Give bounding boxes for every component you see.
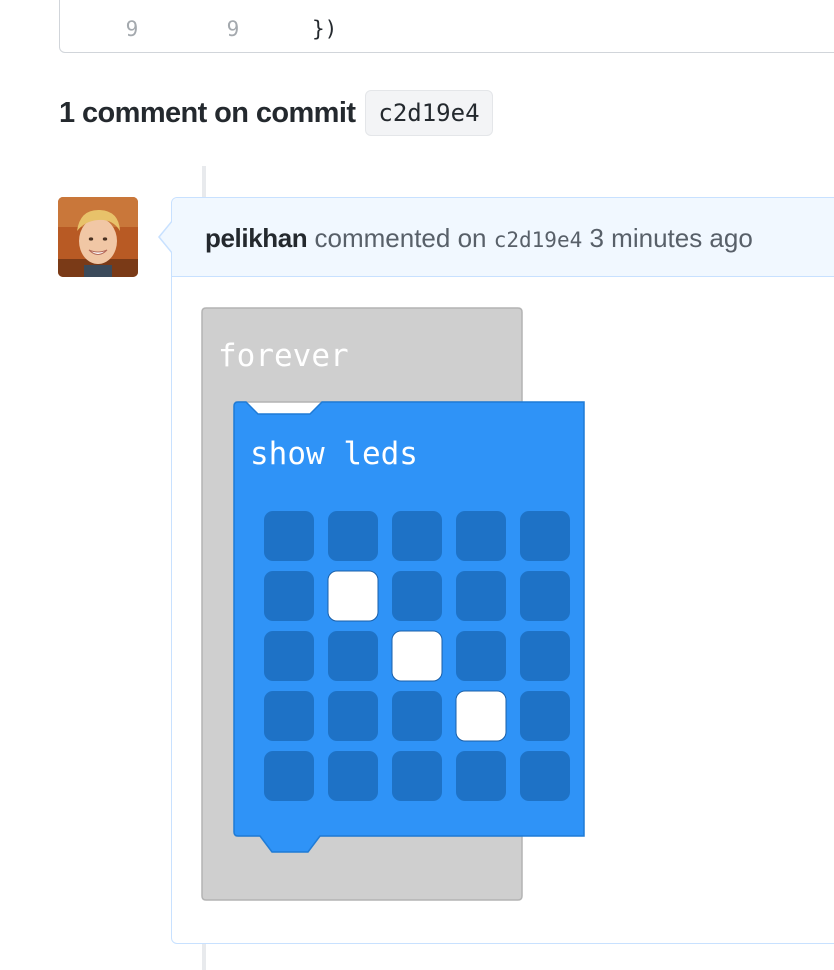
new-line-number[interactable]: 9	[213, 12, 253, 46]
comment-caret-fill	[160, 221, 173, 253]
led-off	[328, 631, 378, 681]
led-off	[328, 751, 378, 801]
makecode-blocks-image: forever show leds	[200, 306, 592, 911]
diff-line: 9 9 })	[60, 12, 834, 46]
led-off	[264, 751, 314, 801]
led-off	[520, 631, 570, 681]
comment-action: commented on	[314, 223, 487, 253]
comments-heading: 1 comment on commit c2d19e4	[59, 90, 493, 136]
old-line-number[interactable]: 9	[112, 12, 152, 46]
led-on	[327, 570, 379, 622]
diff-code-box: 9 9 })	[59, 0, 834, 53]
comment-commit-sha-link[interactable]: c2d19e4	[494, 228, 583, 252]
led-off	[520, 511, 570, 561]
comment-timestamp-link[interactable]: 3 minutes ago	[589, 223, 752, 253]
led-off	[520, 571, 570, 621]
led-off	[264, 511, 314, 561]
comment-author-link[interactable]: pelikhan	[205, 223, 308, 253]
comment-header-text: pelikhan commented on c2d19e4 3 minutes …	[205, 220, 753, 258]
comment-header: pelikhan commented on c2d19e4 3 minutes …	[172, 198, 834, 277]
led-off	[456, 511, 506, 561]
led-off	[264, 691, 314, 741]
code-line: })	[312, 17, 338, 41]
led-on	[455, 690, 507, 742]
led-grid	[264, 511, 570, 801]
avatar-image	[58, 197, 138, 277]
commit-sha-chip[interactable]: c2d19e4	[365, 90, 493, 136]
led-off	[392, 571, 442, 621]
forever-label: forever	[218, 338, 349, 374]
led-off	[328, 691, 378, 741]
led-off	[392, 691, 442, 741]
show-leds-label: show leds	[250, 436, 418, 472]
led-off	[520, 691, 570, 741]
led-off	[328, 511, 378, 561]
led-off	[456, 571, 506, 621]
led-off	[392, 751, 442, 801]
blocks-svg: forever show leds	[201, 307, 585, 901]
led-off	[264, 631, 314, 681]
led-off	[456, 751, 506, 801]
led-off	[520, 751, 570, 801]
led-on	[391, 630, 443, 682]
led-off	[392, 511, 442, 561]
avatar[interactable]	[58, 197, 138, 277]
led-off	[456, 631, 506, 681]
led-off	[264, 571, 314, 621]
comments-count-label: 1 comment on commit	[59, 96, 356, 129]
